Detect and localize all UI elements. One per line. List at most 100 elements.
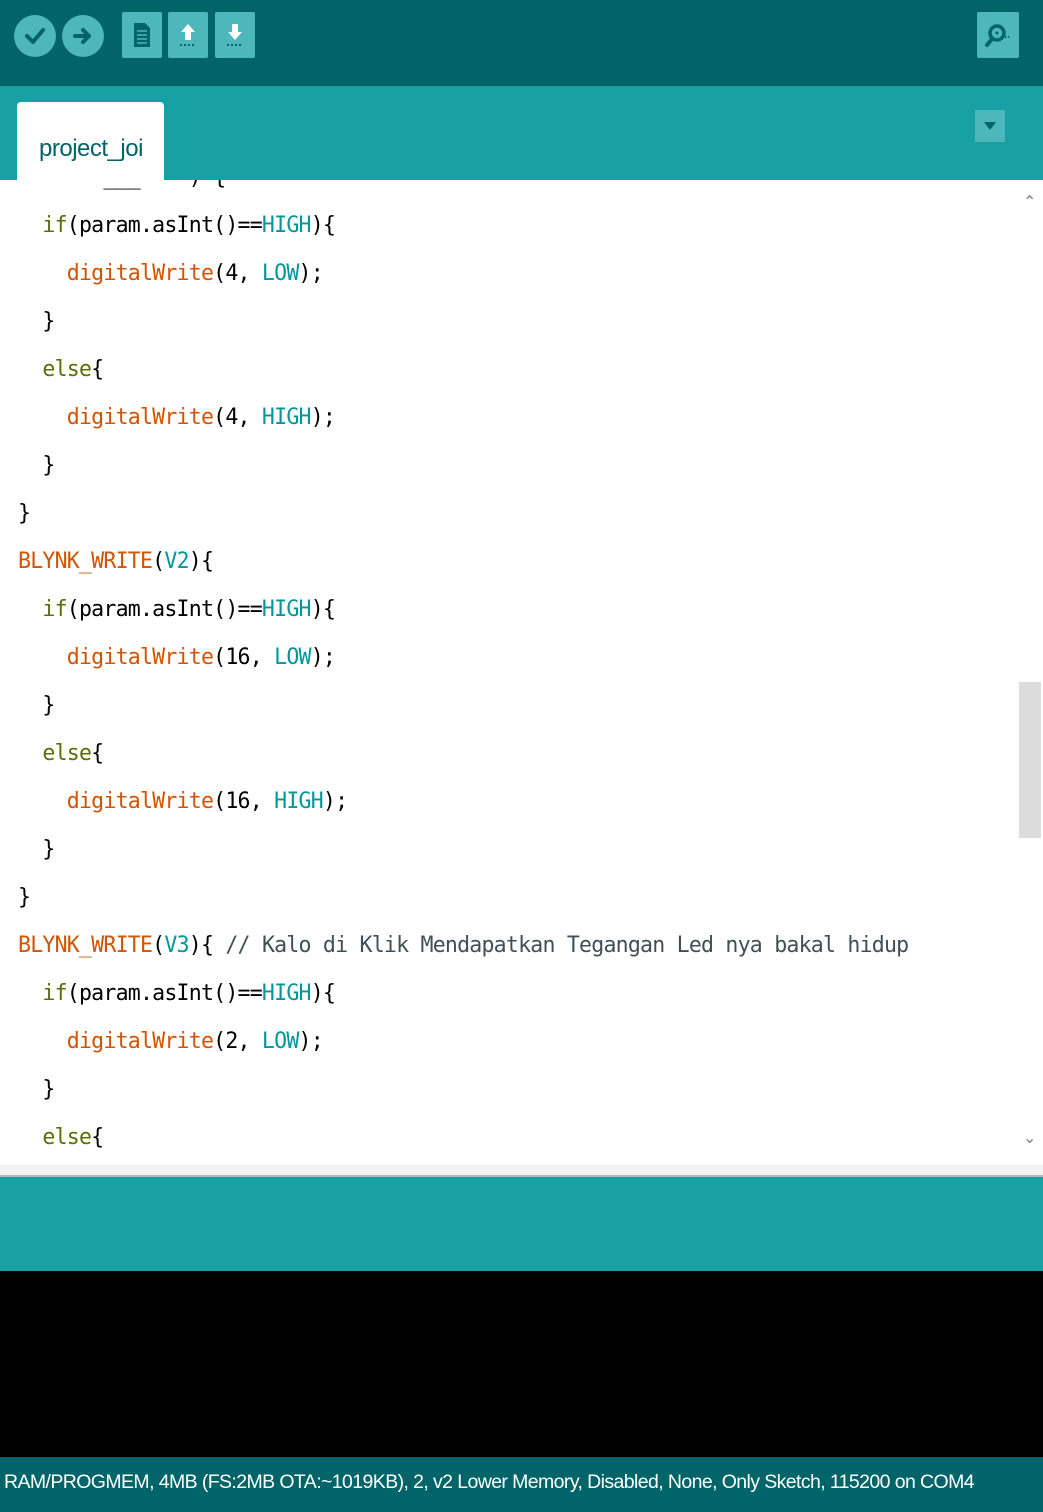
code-token: } <box>18 309 55 334</box>
code-token: HIGH <box>274 789 324 814</box>
code-area[interactable]: ___ ) { if(param.asInt()==HIGH){ digital… <box>18 180 909 1162</box>
code-line: else{ <box>18 1114 908 1162</box>
code-token: digitalWrite <box>18 1029 214 1054</box>
code-line: } <box>18 442 908 490</box>
code-line: } <box>18 1066 908 1114</box>
code-token: HIGH <box>261 981 312 1006</box>
tab-bar: project_joi <box>0 86 1043 180</box>
code-token: V3 <box>164 933 189 958</box>
code-token: digitalWrite <box>18 405 214 430</box>
tab-menu-button[interactable] <box>975 110 1005 142</box>
code-line: digitalWrite(16, HIGH); <box>18 778 908 826</box>
code-token: ); <box>298 1029 324 1054</box>
code-token: } <box>18 453 55 478</box>
code-token: else <box>18 741 92 766</box>
code-line: digitalWrite(2, LOW); <box>18 1018 908 1066</box>
code-token: else <box>18 357 92 382</box>
editor-console-divider[interactable] <box>0 1165 1043 1177</box>
verify-button[interactable] <box>14 15 56 57</box>
code-token: digitalWrite <box>18 261 214 286</box>
code-token: (param.asInt()== <box>66 981 263 1006</box>
code-token: (param.asInt()== <box>66 213 263 238</box>
code-line: else{ <box>18 346 908 394</box>
new-sketch-button[interactable] <box>122 12 162 58</box>
arrow-right-icon <box>73 28 91 44</box>
code-token: LOW <box>261 261 299 286</box>
code-line: digitalWrite(4, LOW); <box>18 250 908 298</box>
code-token: (2, <box>213 1029 262 1054</box>
toolbar <box>0 0 1043 86</box>
save-button[interactable] <box>215 12 255 58</box>
code-token: ){ <box>310 597 336 622</box>
code-token: (4, <box>213 261 262 286</box>
code-token: V2 <box>164 549 189 574</box>
upload-button[interactable] <box>62 15 104 57</box>
code-token: ); <box>322 789 348 814</box>
code-token: (16, <box>213 645 275 670</box>
code-token: // Kalo di Klik Mendapatkan Tegangan Led… <box>225 933 909 958</box>
code-line: } <box>18 298 908 346</box>
magnifier-icon <box>985 24 1010 47</box>
code-line: BLYNK_WRITE(V2){ <box>18 538 908 586</box>
code-token: { <box>91 357 104 382</box>
code-token: LOW <box>261 1029 299 1054</box>
console-output <box>0 1271 1043 1457</box>
code-token: if <box>18 981 67 1006</box>
serial-monitor-button[interactable] <box>977 12 1019 58</box>
code-token: ( <box>152 549 165 574</box>
code-token: { <box>91 741 104 766</box>
triangle-down-icon <box>984 122 996 130</box>
code-token: } <box>18 693 55 718</box>
code-token: ); <box>298 261 324 286</box>
code-line: } <box>18 826 908 874</box>
code-line-partial: ___ ) { <box>18 180 908 202</box>
code-token: HIGH <box>261 405 312 430</box>
document-icon <box>134 23 150 47</box>
code-token: if <box>18 213 67 238</box>
code-line: else{ <box>18 730 908 778</box>
scroll-down-icon[interactable]: ⌄ <box>1023 1128 1036 1147</box>
code-token: BLYNK_WRITE <box>18 933 153 958</box>
code-token: (4, <box>213 405 262 430</box>
code-line: if(param.asInt()==HIGH){ <box>18 586 908 634</box>
tab-label: project_joi <box>39 135 143 162</box>
code-token: ){ <box>188 549 214 574</box>
code-token: ){ <box>310 213 336 238</box>
scroll-thumb[interactable] <box>1019 682 1041 838</box>
code-line: BLYNK_WRITE(V3){ // Kalo di Klik Mendapa… <box>18 922 909 970</box>
code-line: } <box>18 682 908 730</box>
code-token: HIGH <box>261 213 312 238</box>
code-token: } <box>18 501 31 526</box>
editor-scrollbar[interactable]: ⌃ ⌄ <box>1017 180 1043 1165</box>
board-status-text: RAM/PROGMEM, 4MB (FS:2MB OTA:~1019KB), 2… <box>4 1471 975 1493</box>
checkmark-icon <box>25 28 45 44</box>
tab-project-joi[interactable]: project_joi <box>17 102 164 180</box>
code-token: ); <box>310 405 336 430</box>
code-line: } <box>18 490 908 538</box>
status-bar: RAM/PROGMEM, 4MB (FS:2MB OTA:~1019KB), 2… <box>0 1457 1043 1512</box>
code-token: ( <box>152 933 165 958</box>
code-token: LOW <box>274 645 311 670</box>
code-token: digitalWrite <box>18 789 214 814</box>
code-token: else <box>18 1125 92 1150</box>
code-token: { <box>91 1125 104 1150</box>
code-token: if <box>18 597 67 622</box>
code-token: ); <box>310 645 336 670</box>
code-line: digitalWrite(16, LOW); <box>18 634 908 682</box>
code-editor[interactable]: ___ ) { if(param.asInt()==HIGH){ digital… <box>0 180 1043 1165</box>
code-token: ){ <box>310 981 336 1006</box>
arrow-down-icon <box>227 24 243 46</box>
console-header <box>0 1177 1043 1271</box>
code-token: HIGH <box>261 597 312 622</box>
open-button[interactable] <box>168 12 208 58</box>
code-line: if(param.asInt()==HIGH){ <box>18 202 908 250</box>
code-token: } <box>18 885 31 910</box>
arrow-up-icon <box>180 24 196 46</box>
code-token: BLYNK_WRITE <box>18 549 153 574</box>
code-token: (16, <box>213 789 275 814</box>
code-token: } <box>18 1077 55 1102</box>
code-line: } <box>18 874 908 922</box>
code-token: digitalWrite <box>18 645 214 670</box>
code-line: digitalWrite(4, HIGH); <box>18 394 908 442</box>
scroll-up-icon[interactable]: ⌃ <box>1023 192 1036 211</box>
